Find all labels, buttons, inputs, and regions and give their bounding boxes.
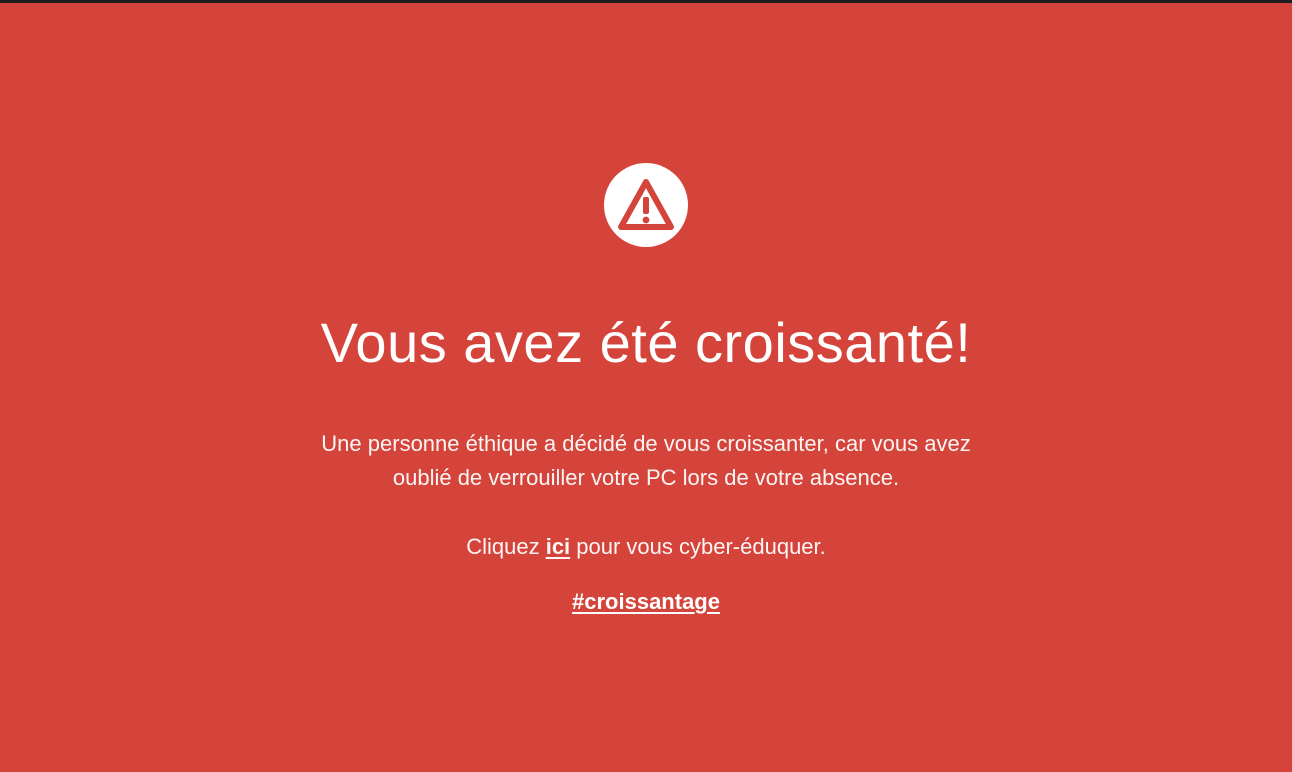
education-prompt: Cliquez ici pour vous cyber-éduquer. [0,530,1292,564]
warning-badge [604,163,688,247]
croissant-warning-screen: Vous avez été croissanté! Une personne é… [0,3,1292,772]
warning-message: Une personne éthique a décidé de vous cr… [321,431,971,490]
education-prompt-prefix: Cliquez [466,534,546,559]
warning-triangle-icon [618,179,674,230]
croissantage-hashtag-link[interactable]: #croissantage [0,585,1292,619]
education-prompt-suffix: pour vous cyber-éduquer. [570,534,826,559]
education-link[interactable]: ici [546,534,570,559]
page-title: Vous avez été croissanté! [320,311,972,374]
